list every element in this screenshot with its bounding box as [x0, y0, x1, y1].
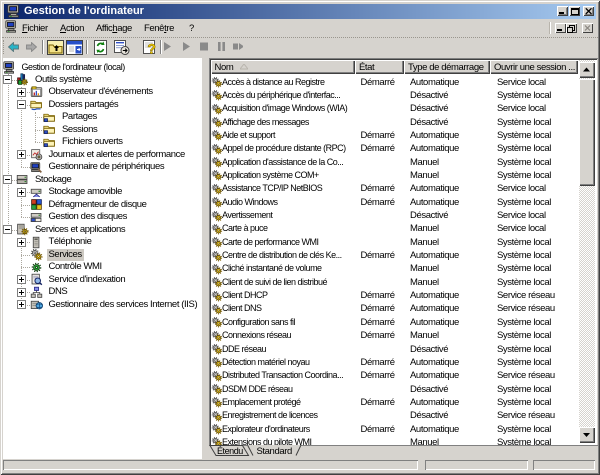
- svg-text:?: ?: [147, 41, 155, 56]
